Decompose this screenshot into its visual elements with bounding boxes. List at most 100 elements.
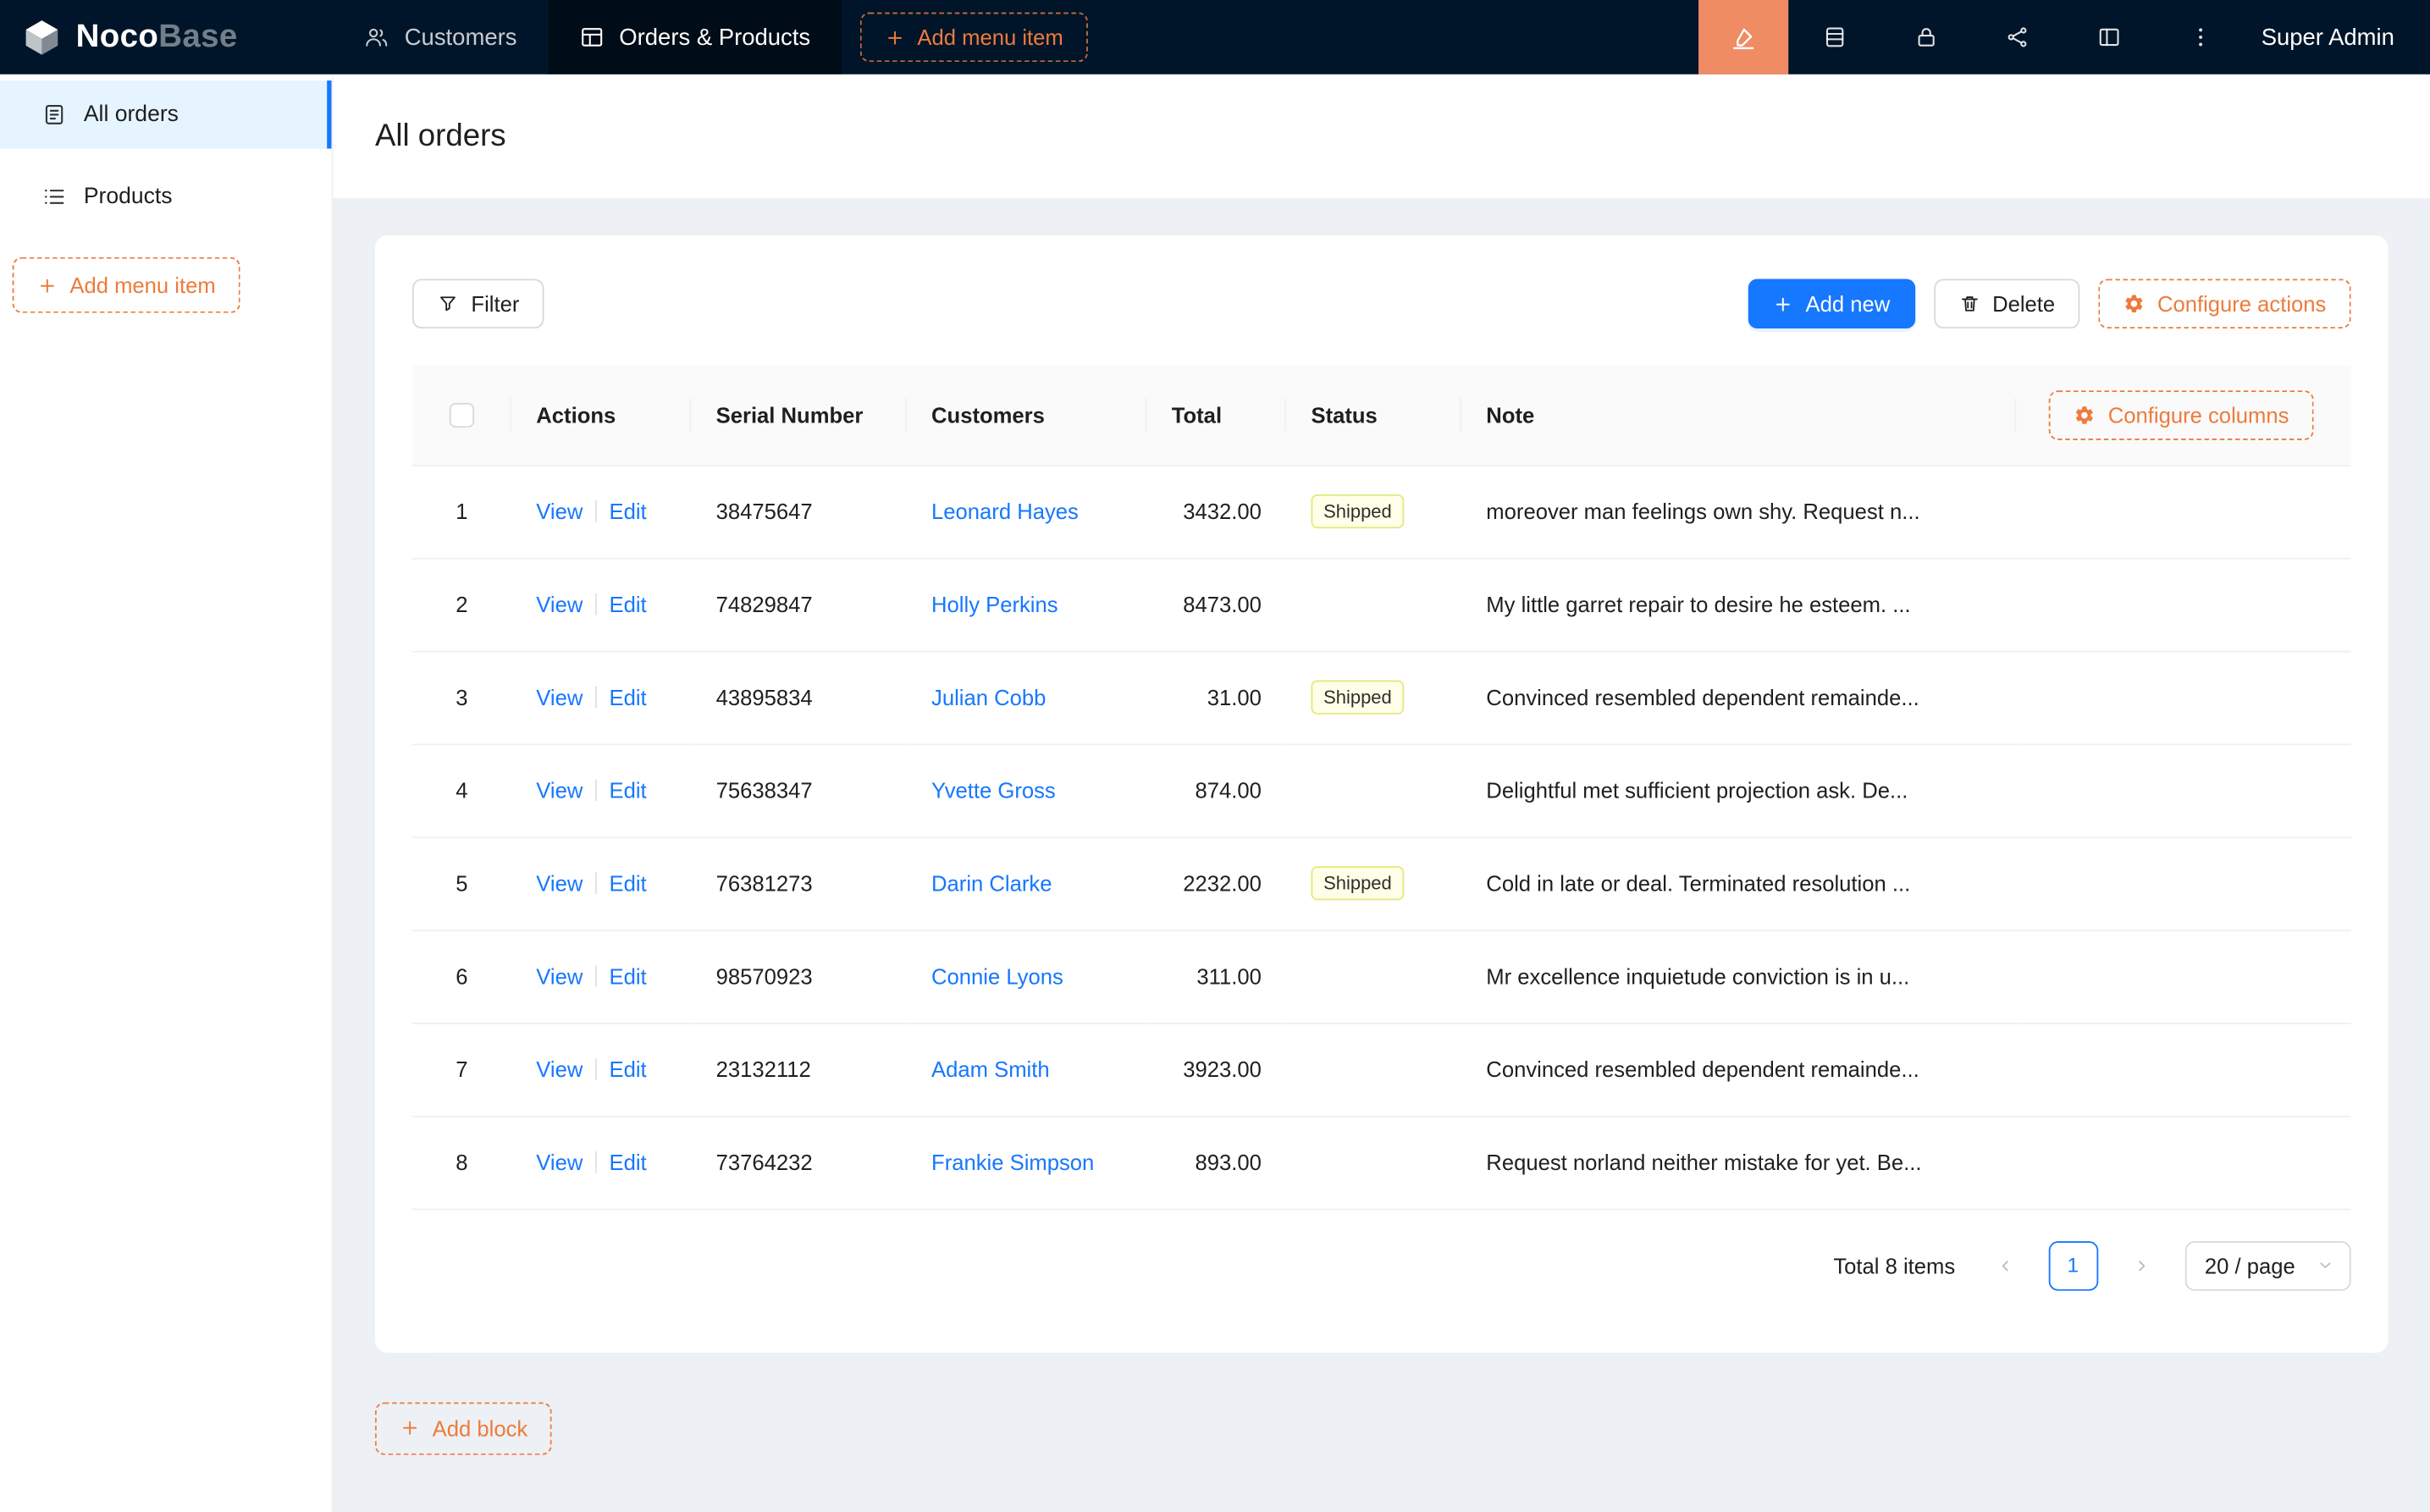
row-index: 3	[456, 685, 467, 709]
add-menu-item-button-sidebar[interactable]: Add menu item	[13, 257, 240, 313]
total-cell: 8473.00	[1146, 558, 1286, 651]
sidebar-item-all-orders[interactable]: All orders	[0, 80, 332, 149]
edit-link[interactable]: Edit	[610, 592, 647, 616]
logo-text-noco: Noco	[76, 19, 159, 54]
note-cell: My little garret repair to desire he est…	[1461, 558, 2016, 651]
chevron-down-icon	[2317, 1256, 2333, 1273]
main-menu: Customers Orders & Products Add menu ite…	[334, 0, 1089, 74]
view-link[interactable]: View	[536, 1057, 583, 1081]
customer-link[interactable]: Connie Lyons	[931, 963, 1063, 988]
row-index: 6	[456, 963, 467, 988]
view-link[interactable]: View	[536, 1150, 583, 1174]
pagination-page-1[interactable]: 1	[2048, 1240, 2098, 1290]
page-header: All orders	[334, 74, 2430, 198]
pagination-next-button[interactable]	[2117, 1240, 2167, 1290]
table-toolbar: Filter Add new	[412, 279, 2351, 328]
plus-icon	[1773, 294, 1793, 314]
add-menu-item-button-topnav[interactable]: Add menu item	[860, 13, 1088, 63]
add-new-button-label: Add new	[1806, 291, 1891, 316]
table-row[interactable]: 1 View Edit 38475647 Leonard Hayes 3432.0…	[412, 465, 2351, 558]
table-row[interactable]: 2 ViewEdit 74829847 Holly Perkins 8473.0…	[412, 558, 2351, 651]
serial-number-cell: 98570923	[691, 930, 906, 1023]
add-menu-item-label: Add menu item	[69, 273, 215, 297]
gear-icon	[2074, 404, 2096, 426]
edit-link[interactable]: Edit	[610, 685, 647, 709]
more-button[interactable]	[2154, 0, 2245, 74]
customer-link[interactable]: Frankie Simpson	[931, 1150, 1094, 1174]
serial-number-cell: 75638347	[691, 744, 906, 837]
row-index: 1	[456, 499, 467, 523]
total-cell: 3432.00	[1146, 465, 1286, 558]
pagination-total: Total 8 items	[1833, 1253, 1955, 1277]
edit-link[interactable]: Edit	[610, 1150, 647, 1174]
nocobase-logo-icon	[22, 17, 63, 58]
view-link[interactable]: View	[536, 499, 583, 523]
table-row[interactable]: 3 ViewEdit 43895834 Julian Cobb 31.00 Sh…	[412, 651, 2351, 744]
view-link[interactable]: View	[536, 592, 583, 616]
note-cell: Mr excellence inquietude conviction is i…	[1461, 930, 2016, 1023]
view-link[interactable]: View	[536, 963, 583, 988]
configure-actions-button[interactable]: Configure actions	[2098, 279, 2350, 328]
filter-button[interactable]: Filter	[412, 279, 544, 328]
table-row[interactable]: 6 ViewEdit 98570923 Connie Lyons 311.00 …	[412, 930, 2351, 1023]
table-row[interactable]: 7 ViewEdit 23132112 Adam Smith 3923.00 C…	[412, 1023, 2351, 1116]
configure-columns-button[interactable]: Configure columns	[2049, 390, 2314, 440]
table-row[interactable]: 4 ViewEdit 75638347 Yvette Gross 874.00 …	[412, 744, 2351, 837]
nav-item-label: Orders & Products	[619, 24, 810, 50]
customer-link[interactable]: Darin Clarke	[931, 871, 1052, 896]
nav-item-orders-products[interactable]: Orders & Products	[548, 0, 842, 74]
customer-link[interactable]: Adam Smith	[931, 1057, 1050, 1081]
add-menu-item-label: Add menu item	[917, 25, 1063, 49]
edit-link[interactable]: Edit	[610, 963, 647, 988]
row-index: 4	[456, 778, 467, 803]
table-row[interactable]: 5 ViewEdit 76381273 Darin Clarke 2232.00…	[412, 836, 2351, 930]
add-block-button[interactable]: Add block	[375, 1402, 553, 1454]
table-row[interactable]: 8 ViewEdit 73764232 Frankie Simpson 893.…	[412, 1116, 2351, 1209]
select-all-checkbox[interactable]	[450, 404, 474, 428]
table-grid-icon	[579, 25, 604, 49]
add-new-button[interactable]: Add new	[1748, 279, 1915, 328]
divider	[595, 1151, 597, 1173]
share-nodes-button[interactable]	[1971, 0, 2063, 74]
edit-link[interactable]: Edit	[610, 778, 647, 803]
ui-editor-button[interactable]	[1698, 0, 1788, 74]
pagination-prev-button[interactable]	[1980, 1240, 2030, 1290]
row-index: 5	[456, 871, 467, 896]
filter-icon	[437, 293, 459, 315]
customer-link[interactable]: Julian Cobb	[931, 685, 1046, 709]
status-tag: Shipped	[1311, 681, 1404, 715]
main-content: All orders Filter	[334, 74, 2430, 1512]
view-link[interactable]: View	[536, 685, 583, 709]
note-cell: Delightful met sufficient projection ask…	[1461, 744, 2016, 837]
configure-actions-label: Configure actions	[2157, 291, 2326, 316]
status-tag: Shipped	[1311, 494, 1404, 528]
edit-link[interactable]: Edit	[610, 1057, 647, 1081]
customer-link[interactable]: Holly Perkins	[931, 592, 1058, 616]
customer-link[interactable]: Leonard Hayes	[931, 499, 1079, 523]
sidebar-item-products[interactable]: Products	[0, 163, 332, 231]
pagination: Total 8 items 1	[412, 1240, 2351, 1290]
delete-button[interactable]: Delete	[1934, 279, 2080, 328]
edit-link[interactable]: Edit	[610, 871, 647, 896]
add-block-label: Add block	[433, 1415, 528, 1440]
filter-button-label: Filter	[471, 291, 519, 316]
plus-icon	[885, 27, 905, 47]
total-cell: 31.00	[1146, 651, 1286, 744]
orders-file-icon	[41, 102, 66, 127]
page-size-select[interactable]: 20 / page	[2184, 1240, 2351, 1290]
edit-link[interactable]: Edit	[610, 499, 647, 523]
page-size-value: 20 / page	[2205, 1253, 2295, 1277]
sidebar-item-label: All orders	[84, 102, 179, 127]
lock-button[interactable]	[1880, 0, 1971, 74]
customer-link[interactable]: Yvette Gross	[931, 778, 1056, 803]
view-link[interactable]: View	[536, 871, 583, 896]
book-button[interactable]	[1788, 0, 1880, 74]
user-menu[interactable]: Super Admin	[2245, 24, 2430, 50]
serial-number-cell: 38475647	[691, 465, 906, 558]
orders-table-body: 1 View Edit 38475647 Leonard Hayes 3432.0…	[412, 465, 2351, 1209]
layout-button[interactable]	[2063, 0, 2154, 74]
view-link[interactable]: View	[536, 778, 583, 803]
nav-item-customers[interactable]: Customers	[334, 0, 549, 74]
serial-number-cell: 23132112	[691, 1023, 906, 1116]
app-logo[interactable]: NocoBase	[0, 0, 334, 74]
